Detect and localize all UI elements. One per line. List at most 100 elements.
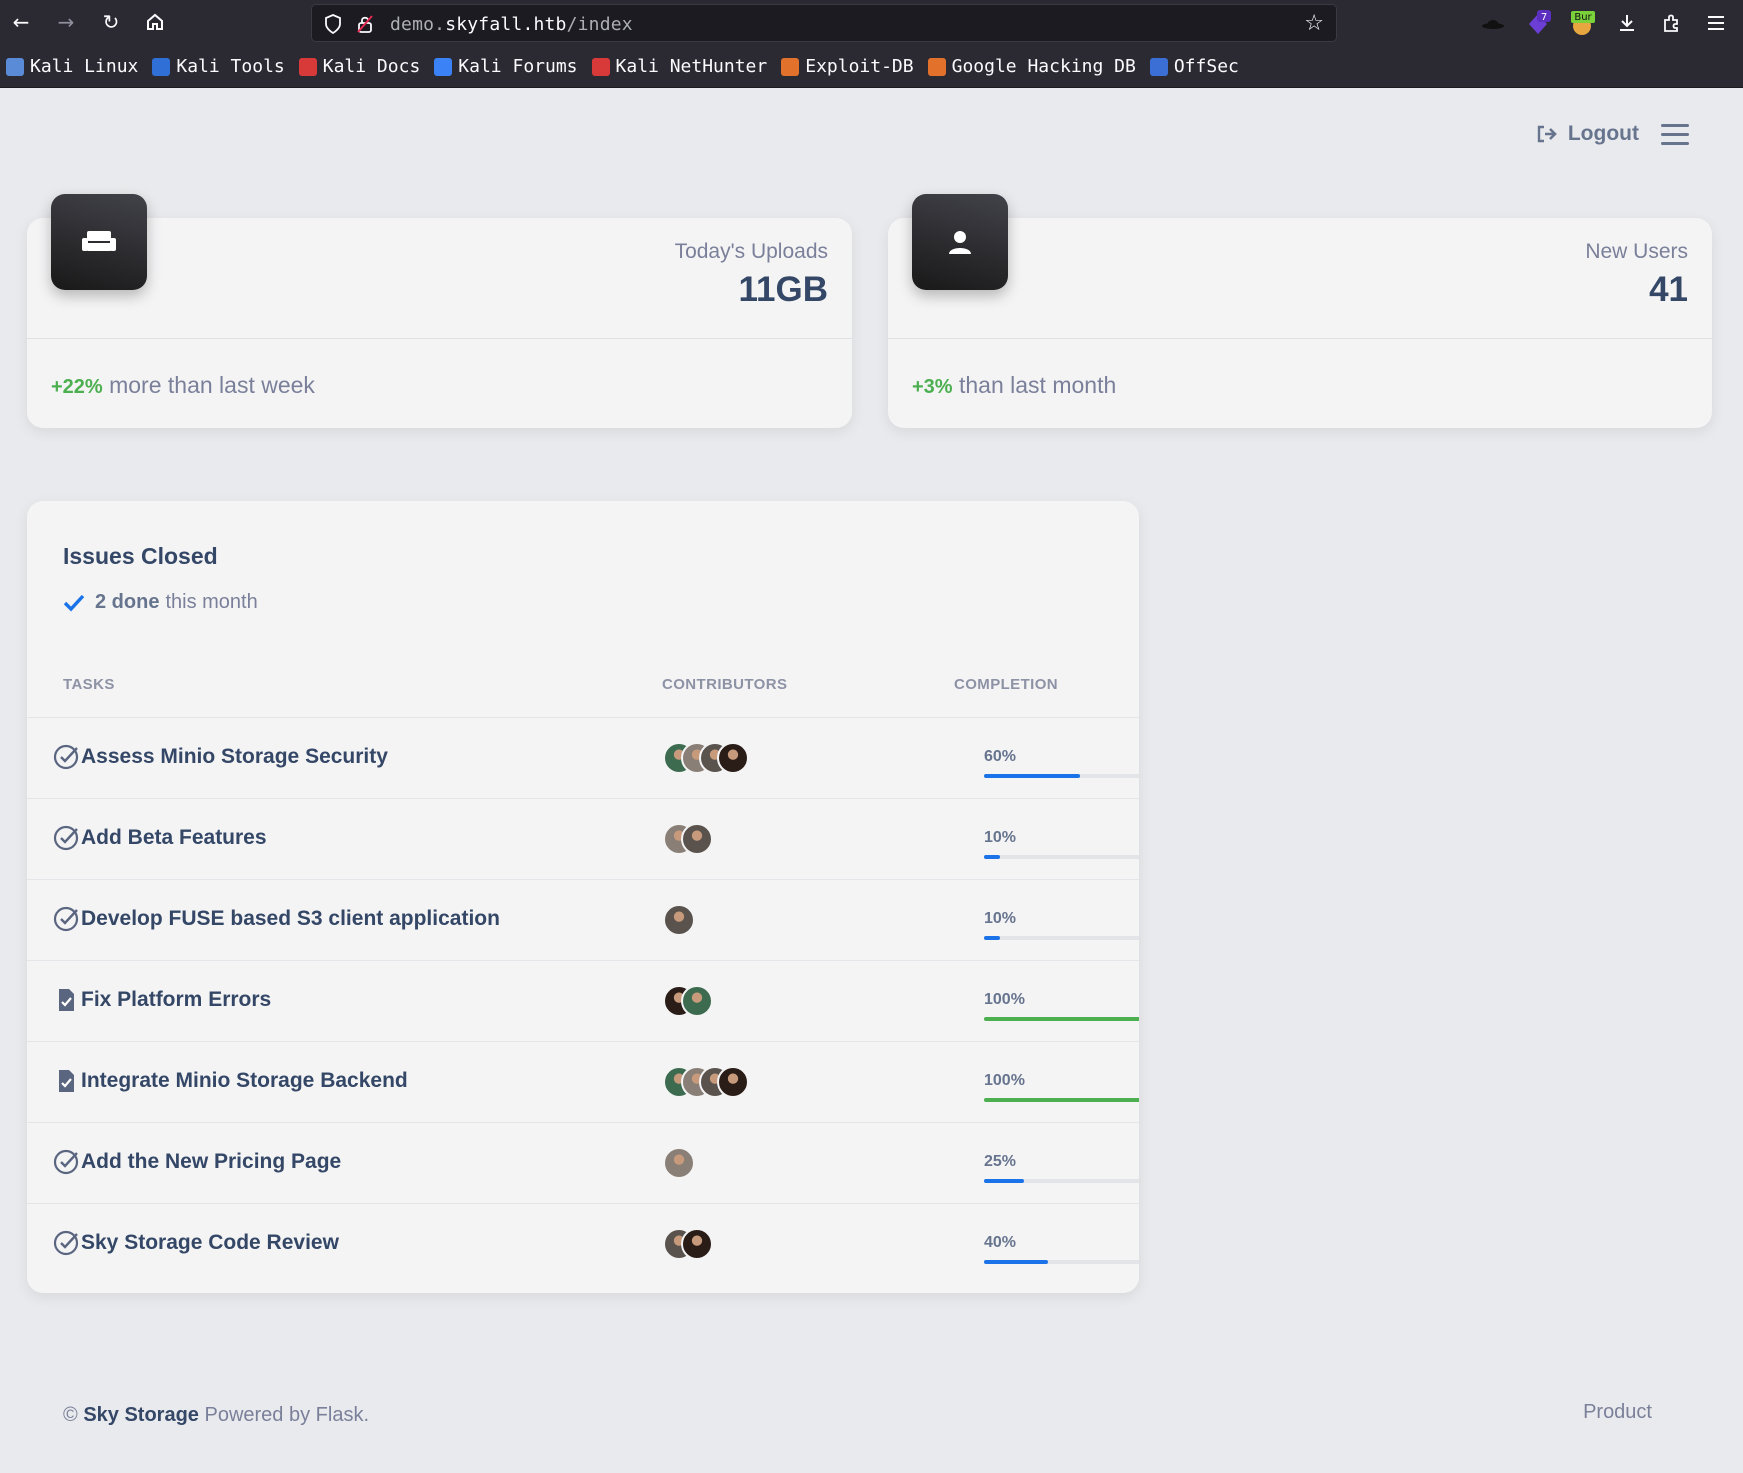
bookmark-kali-nethunter[interactable]: Kali NetHunter <box>591 56 767 77</box>
stat-footer: +3% than last month <box>912 372 1116 399</box>
table-row: Add the New Pricing Page 25% <box>27 1122 1139 1203</box>
bookmark-offsec[interactable]: OffSec <box>1149 56 1239 77</box>
bookmark-kali-forums[interactable]: Kali Forums <box>434 56 578 77</box>
couch-icon <box>51 194 147 290</box>
burp-badge: Bur <box>1574 12 1592 23</box>
url-bar[interactable]: demo.skyfall.htb/index ☆ <box>311 4 1337 42</box>
stat-value: 41 <box>1649 270 1688 309</box>
stat-footer-text: than last month <box>952 372 1117 398</box>
bookmark-kali-tools[interactable]: Kali Tools <box>152 56 285 77</box>
check-circle-icon <box>53 906 79 932</box>
divider <box>27 338 852 339</box>
column-header-completion: COMPLETION <box>954 676 1058 693</box>
stat-label: New Users <box>1585 240 1688 263</box>
avatar[interactable] <box>663 1147 695 1179</box>
new-users-stat-card: New Users 41 +3% than last month <box>888 194 1712 428</box>
bookmarks-bar: Kali Linux Kali Tools Kali Docs Kali For… <box>0 46 1743 88</box>
progress-fill <box>984 936 1000 940</box>
completion-label: 60% <box>984 748 1017 765</box>
app-menu-icon[interactable] <box>1702 9 1730 37</box>
contributors-avatars <box>663 1228 713 1260</box>
stat-footer-text: more than last week <box>102 372 315 398</box>
hat-extension-icon[interactable] <box>1479 9 1507 37</box>
contributors-avatars <box>663 823 713 855</box>
progress-fill <box>984 1260 1048 1264</box>
progress-fill <box>984 774 1080 778</box>
done-count: 2 done <box>95 591 160 613</box>
contributors-avatars <box>663 904 695 936</box>
document-check-icon <box>53 1068 79 1094</box>
completion-label: 100% <box>984 991 1025 1008</box>
avatar[interactable] <box>717 742 749 774</box>
back-arrow-icon[interactable]: ← <box>9 10 33 34</box>
table-row: Integrate Minio Storage Backend 100% <box>27 1041 1139 1122</box>
progress-bar <box>984 855 1139 859</box>
progress-fill <box>984 1017 1139 1021</box>
table-row: Sky Storage Code Review 40% <box>27 1203 1139 1284</box>
card-title: Issues Closed <box>63 543 218 569</box>
check-circle-icon <box>53 1230 79 1256</box>
issues-summary: 2 done this month <box>63 591 258 614</box>
extension-badge: 7 <box>1541 12 1547 23</box>
task-name: Add Beta Features <box>81 826 267 849</box>
task-name: Sky Storage Code Review <box>81 1231 339 1254</box>
download-icon[interactable] <box>1613 9 1641 37</box>
issues-closed-card: Issues Closed 2 done this month TASKS CO… <box>27 501 1139 1293</box>
kali-tools-icon <box>152 57 171 76</box>
avatar[interactable] <box>681 1228 713 1260</box>
table-row: Fix Platform Errors 100% <box>27 960 1139 1041</box>
avatar[interactable] <box>717 1066 749 1098</box>
url-text[interactable]: demo.skyfall.htb/index <box>390 14 633 35</box>
stat-footer: +22% more than last week <box>51 372 315 399</box>
progress-bar <box>984 1017 1139 1021</box>
sidenav-toggle-icon[interactable] <box>1661 124 1689 146</box>
logout-label: Logout <box>1567 122 1639 145</box>
browser-toolbar: ← → ↻ demo.skyfall.htb/index ☆ 7 Bur <box>0 0 1743 46</box>
contributors-avatars <box>663 742 749 774</box>
avatar[interactable] <box>681 985 713 1017</box>
task-name: Add the New Pricing Page <box>81 1150 342 1173</box>
kali-nethunter-icon <box>591 57 610 76</box>
table-row: Assess Minio Storage Security 60% <box>27 717 1139 798</box>
kali-docs-icon <box>298 57 317 76</box>
stat-label: Today's Uploads <box>674 240 828 263</box>
progress-bar <box>984 936 1139 940</box>
bookmark-star-icon[interactable]: ☆ <box>1304 11 1324 36</box>
uploads-stat-card: Today's Uploads 11GB +22% more than last… <box>27 194 852 428</box>
forward-arrow-icon[interactable]: → <box>54 10 78 34</box>
purple-extension-icon[interactable]: 7 <box>1524 9 1552 37</box>
progress-fill <box>984 1179 1024 1183</box>
bookmark-kali-docs[interactable]: Kali Docs <box>298 56 420 77</box>
footer-powered: Powered by Flask. <box>204 1404 369 1426</box>
footer-product-link[interactable]: Product <box>1583 1401 1652 1424</box>
divider <box>888 338 1712 339</box>
checkmark-icon <box>63 594 85 611</box>
check-circle-icon <box>53 1149 79 1175</box>
progress-fill <box>984 1098 1139 1102</box>
table-row: Develop FUSE based S3 client application… <box>27 879 1139 960</box>
reload-icon[interactable]: ↻ <box>99 10 123 34</box>
stat-change: +22% <box>51 376 103 398</box>
completion-label: 25% <box>984 1153 1017 1170</box>
column-header-tasks: TASKS <box>63 676 115 693</box>
extensions-puzzle-icon[interactable] <box>1658 9 1686 37</box>
kali-linux-icon <box>6 57 24 76</box>
home-icon[interactable] <box>143 10 167 34</box>
avatar[interactable] <box>663 904 695 936</box>
bookmark-google-hacking-db[interactable]: Google Hacking DB <box>927 56 1136 77</box>
contributors-avatars <box>663 1147 695 1179</box>
completion-label: 100% <box>984 1072 1025 1089</box>
check-circle-icon <box>53 825 79 851</box>
shield-icon[interactable] <box>324 14 342 34</box>
task-name: Integrate Minio Storage Backend <box>81 1069 408 1092</box>
bookmark-exploit-db[interactable]: Exploit-DB <box>781 56 914 77</box>
burp-extension-icon[interactable]: Bur <box>1569 9 1597 37</box>
progress-bar <box>984 1260 1139 1264</box>
task-name: Develop FUSE based S3 client application <box>81 907 500 930</box>
logout-button[interactable]: Logout <box>1536 122 1639 146</box>
bookmark-kali-linux[interactable]: Kali Linux <box>6 56 138 77</box>
contributors-avatars <box>663 1066 749 1098</box>
task-name: Fix Platform Errors <box>81 988 272 1011</box>
insecure-lock-icon[interactable] <box>356 14 374 34</box>
avatar[interactable] <box>681 823 713 855</box>
